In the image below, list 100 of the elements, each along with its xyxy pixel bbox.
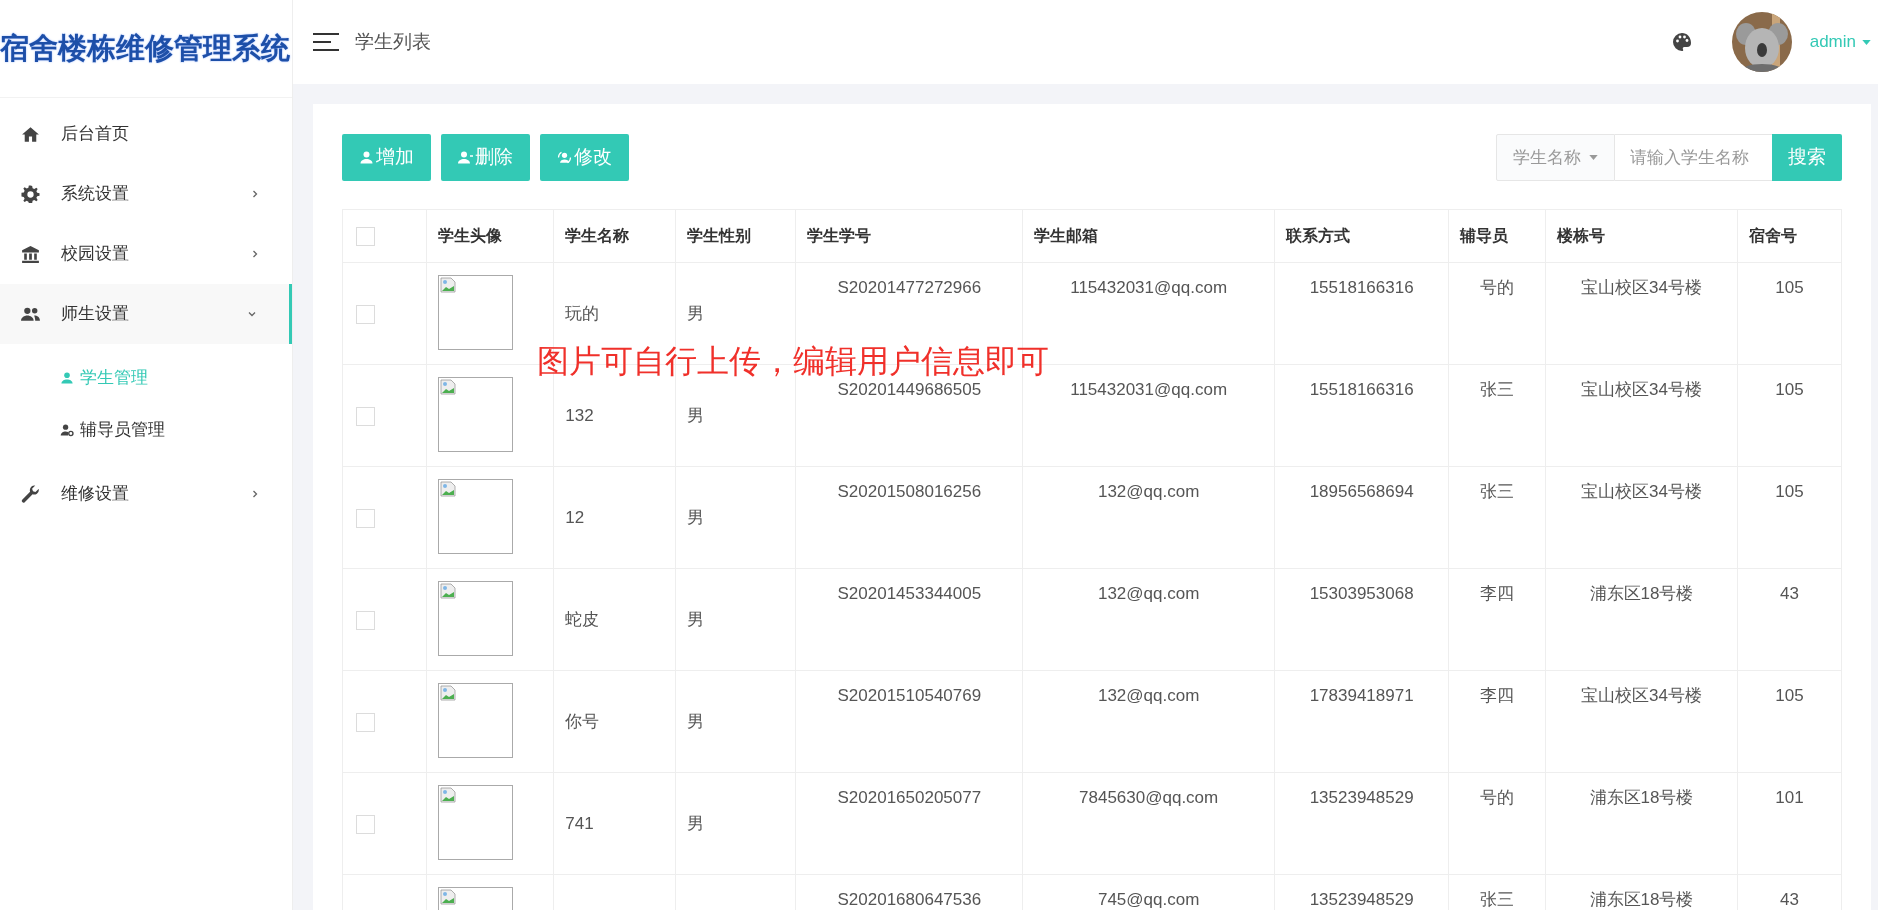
table-cell: 745@qq.com <box>1097 890 1200 909</box>
app-title: 宿舍楼栋维修管理系统 <box>0 0 292 98</box>
table-cell: 115432031@qq.com <box>1070 278 1228 297</box>
table-cell: S20201477272966 <box>837 278 982 297</box>
sidebar-subitem[interactable]: 学生管理 <box>0 352 292 404</box>
table-cell: 玩的 <box>565 304 600 323</box>
table-cell: S20201449686505 <box>837 380 982 399</box>
table-cell: 张三 <box>1480 380 1515 399</box>
sidebar-item[interactable]: 后台首页 <box>0 104 292 164</box>
table-cell: 132 <box>565 406 594 425</box>
checkbox[interactable] <box>356 814 375 834</box>
sidebar-item[interactable]: 校园设置 <box>0 224 292 284</box>
person-icon <box>359 150 374 165</box>
chevron-right-icon <box>250 189 260 199</box>
search-field[interactable]: 请输入学生名称 <box>1615 134 1772 181</box>
table-cell: 李四 <box>1480 584 1515 603</box>
table-cell: S20201508016256 <box>837 482 982 501</box>
table-cell: 15518166316 <box>1309 380 1414 399</box>
table-cell: 男 <box>686 406 704 425</box>
table-cell: S20201650205077 <box>837 788 982 807</box>
bank-icon <box>20 243 41 265</box>
table-cell: 蛇皮 <box>565 610 600 629</box>
page-title: 学生列表 <box>355 29 432 54</box>
person-refresh-icon <box>557 150 572 165</box>
settings-icon <box>20 183 41 205</box>
menu-icon[interactable] <box>313 33 339 51</box>
checkbox[interactable] <box>356 508 375 528</box>
column-header: 学生性别 <box>675 209 796 263</box>
caret-icon <box>1862 39 1871 45</box>
table-cell: 李四 <box>1480 686 1515 705</box>
table-cell: 男 <box>686 610 704 629</box>
palette-icon[interactable] <box>1671 32 1692 52</box>
column-header: 辅导员 <box>1448 209 1546 263</box>
person-gear-icon <box>60 423 74 437</box>
table-cell: 浦东区18号楼 <box>1589 890 1694 909</box>
user-menu[interactable]: admin <box>1809 29 1871 55</box>
table-cell: S20201510540769 <box>837 686 982 705</box>
table-cell: 132@qq.com <box>1097 482 1200 501</box>
search-button[interactable]: 搜索 <box>1772 134 1842 181</box>
person-icon <box>60 371 74 385</box>
table-cell: 132@qq.com <box>1097 686 1200 705</box>
filter-dropdown[interactable]: 学生名称 <box>1496 134 1615 181</box>
table-cell: 宝山校区34号楼 <box>1581 380 1702 399</box>
table-cell: S20201453344005 <box>837 584 982 603</box>
table-cell: 17839418971 <box>1309 686 1414 705</box>
table-cell: 宝山校区34号楼 <box>1581 278 1702 297</box>
table-cell: 宝山校区34号楼 <box>1581 482 1702 501</box>
table-cell: 浦东区18号楼 <box>1589 788 1694 807</box>
sidebar-item[interactable]: 师生设置 <box>0 284 292 344</box>
table-cell: 105 <box>1775 380 1804 399</box>
annotation-text: 图片可自行上传，编辑用户信息即可 <box>537 342 1049 381</box>
table-cell: 43 <box>1780 584 1799 603</box>
table-cell: 12 <box>565 508 585 527</box>
table-cell: 男 <box>686 712 704 731</box>
column-header: 学生学号 <box>795 209 1023 263</box>
column-header: 学生名称 <box>553 209 676 263</box>
table-cell: 男 <box>686 814 704 833</box>
table-cell: 105 <box>1775 278 1804 297</box>
table-cell: 号的 <box>1480 788 1515 807</box>
checkbox[interactable] <box>356 227 375 247</box>
sidebar-item[interactable]: 维修设置 <box>0 464 292 524</box>
table-cell: 男 <box>686 508 704 527</box>
table-cell: 15303953068 <box>1309 584 1414 603</box>
table-cell: 男 <box>686 304 704 323</box>
table-cell: 18956568694 <box>1309 482 1414 501</box>
checkbox[interactable] <box>356 610 375 630</box>
table-cell: 43 <box>1780 890 1799 909</box>
table-cell: S20201680647536 <box>837 890 982 909</box>
sidebar-item[interactable]: 系统设置 <box>0 164 292 224</box>
table-cell: 741 <box>565 814 594 833</box>
table-cell: 15518166316 <box>1309 278 1414 297</box>
table-cell: 你号 <box>565 712 600 731</box>
column-header: 宿舍号 <box>1737 209 1842 263</box>
person-minus-icon <box>458 150 473 165</box>
table-cell: 张三 <box>1480 890 1515 909</box>
table-cell: 7845630@qq.com <box>1079 788 1219 807</box>
table-cell: 115432031@qq.com <box>1070 380 1228 399</box>
chevron-down-icon <box>247 309 257 319</box>
caret-icon <box>1589 155 1598 160</box>
chevron-right-icon <box>250 489 260 499</box>
table-cell: 张三 <box>1480 482 1515 501</box>
chevron-right-icon <box>250 249 260 259</box>
table-cell: 号的 <box>1480 278 1515 297</box>
sidebar-subitem[interactable]: 辅导员管理 <box>0 404 292 456</box>
table-cell: 132@qq.com <box>1097 584 1200 603</box>
table-cell: 浦东区18号楼 <box>1589 584 1694 603</box>
checkbox[interactable] <box>356 304 375 324</box>
table-cell: 宝山校区34号楼 <box>1581 686 1702 705</box>
table-cell: 13523948529 <box>1309 890 1414 909</box>
toolbar-button[interactable]: 修改 <box>540 134 629 181</box>
checkbox[interactable] <box>356 406 375 426</box>
checkbox[interactable] <box>356 712 375 732</box>
column-header: 联系方式 <box>1274 209 1449 263</box>
toolbar-button[interactable]: 增加 <box>342 134 431 181</box>
toolbar-button[interactable]: 删除 <box>441 134 530 181</box>
column-header: 学生邮箱 <box>1022 209 1275 263</box>
column-header: 学生头像 <box>426 209 554 263</box>
table-cell: 13523948529 <box>1309 788 1414 807</box>
column-header: 楼栋号 <box>1545 209 1738 263</box>
table-cell: 105 <box>1775 482 1804 501</box>
